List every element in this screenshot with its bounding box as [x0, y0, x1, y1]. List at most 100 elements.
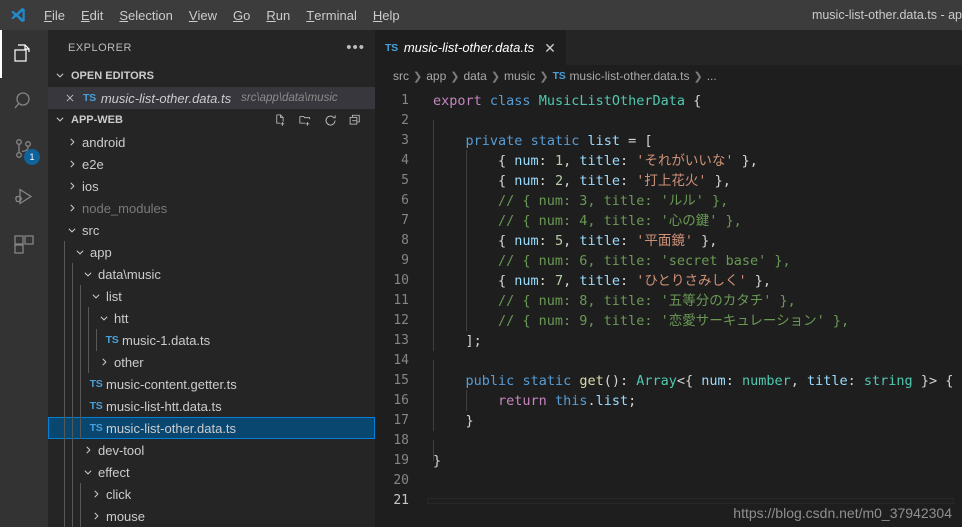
tree-folder-click[interactable]: click [48, 483, 375, 505]
menu-run[interactable]: Run [258, 0, 298, 30]
tree-folder-list[interactable]: list [48, 285, 375, 307]
tree-folder-src[interactable]: src [48, 219, 375, 241]
code-token: MusicListOtherData [538, 93, 686, 109]
code-token: , [790, 373, 807, 389]
menu-selection[interactable]: Selection [111, 0, 180, 30]
indent-guide [88, 351, 89, 373]
activity-run-debug[interactable] [0, 174, 48, 222]
menu-help[interactable]: Help [365, 0, 408, 30]
breadcrumb-file[interactable]: music-list-other.data.ts [569, 69, 689, 83]
chevron-right-icon [80, 445, 96, 455]
code-token: = [ [620, 133, 653, 149]
tree-file-music-1-data-ts[interactable]: TS music-1.data.ts [48, 329, 375, 351]
tree-folder-e2e[interactable]: e2e [48, 153, 375, 175]
indent-guide [88, 307, 89, 329]
indent-guide [72, 483, 73, 505]
menu-terminal-mnemonic: T [306, 7, 315, 23]
breadcrumb-symbol[interactable]: ... [707, 69, 717, 83]
menu-edit[interactable]: Edit [73, 0, 111, 30]
tab-music-list-other[interactable]: TS music-list-other.data.ts ✕ [375, 30, 567, 65]
chevron-right-icon [64, 137, 80, 147]
chevron-down-icon [80, 269, 96, 279]
open-editor-item[interactable]: TS music-list-other.data.ts src\app\data… [48, 87, 375, 109]
code-token: ; [628, 393, 637, 409]
tree-item-label: music-list-htt.data.ts [106, 398, 222, 414]
code-line-text: // { num: 8, title: '五等分のカタチ' }, [427, 290, 962, 311]
workspace-label: APP-WEB [71, 114, 123, 126]
menu-go[interactable]: Go [225, 0, 258, 30]
line-number: 17 [393, 413, 409, 428]
tree-folder-other[interactable]: other [48, 351, 375, 373]
menu-terminal[interactable]: Terminal [298, 0, 365, 30]
code-token: , [563, 153, 580, 169]
code-editor[interactable]: 1 export class MusicListOtherData {2 3 pri… [375, 87, 962, 527]
tree-file-music-content-getter-ts[interactable]: TS music-content.getter.ts [48, 373, 375, 395]
code-line: 19} [375, 451, 962, 471]
tree-folder-mouse[interactable]: mouse [48, 505, 375, 527]
tree-item-label: dev-tool [98, 442, 145, 458]
code-token: , [563, 273, 580, 289]
breadcrumb-music[interactable]: music [504, 69, 535, 83]
code-line: 17 } [375, 410, 962, 431]
line-number: 11 [393, 293, 409, 308]
collapse-all-icon[interactable] [345, 110, 365, 130]
chevron-down-icon [96, 313, 112, 323]
activity-explorer[interactable] [0, 30, 48, 78]
breadcrumb-app[interactable]: app [426, 69, 446, 83]
activity-search[interactable] [0, 78, 48, 126]
refresh-icon[interactable] [320, 110, 340, 130]
tree-item-label: other [114, 354, 144, 370]
code-line: 12 // { num: 9, title: '恋愛サーキュレーション' }, [375, 310, 962, 331]
tab-label: music-list-other.data.ts [403, 40, 535, 55]
indent-guide [80, 373, 81, 395]
code-line: 8 { num: 5, title: '平面鏡' }, [375, 230, 962, 251]
tree-folder-ios[interactable]: ios [48, 175, 375, 197]
chevron-right-icon: ❯ [413, 70, 423, 83]
menu-bar[interactable]: File Edit Selection View Go Run Terminal… [36, 0, 408, 30]
code-line-text: // { num: 6, title: 'secret base' }, [427, 250, 962, 271]
tree-folder-effect[interactable]: effect [48, 461, 375, 483]
tree-folder-app[interactable]: app [48, 241, 375, 263]
tree-folder-data-music[interactable]: data\music [48, 263, 375, 285]
indent-guide [72, 461, 73, 483]
chevron-right-icon [64, 181, 80, 191]
breadcrumb-src[interactable]: src [393, 69, 409, 83]
new-folder-icon[interactable] [295, 110, 315, 130]
indent-guide [433, 170, 434, 191]
code-token: num [514, 173, 539, 189]
code-token: // { num: 8, title: '五等分のカタチ' }, [433, 293, 796, 309]
code-token: : [847, 373, 864, 389]
code-token: }, [746, 273, 771, 289]
tree-folder-android[interactable]: android [48, 131, 375, 153]
menu-file[interactable]: File [36, 0, 73, 30]
code-token: '打上花火' [636, 173, 707, 189]
tree-item-label: music-list-other.data.ts [106, 420, 237, 436]
indent-guide [64, 395, 65, 417]
tree-folder-dev-tool[interactable]: dev-tool [48, 439, 375, 461]
tree-file-music-list-htt-data-ts[interactable]: TS music-list-htt.data.ts [48, 395, 375, 417]
menu-view[interactable]: View [181, 0, 225, 30]
tree-file-music-list-other-data-ts[interactable]: TS music-list-other.data.ts [48, 417, 375, 439]
extensions-icon [12, 233, 36, 260]
activity-extensions[interactable] [0, 222, 48, 270]
breadcrumb-data[interactable]: data [463, 69, 486, 83]
close-icon[interactable] [62, 93, 78, 103]
more-actions-icon[interactable]: ••• [346, 40, 365, 55]
indent-guide [433, 370, 434, 391]
activity-source-control[interactable]: 1 [0, 126, 48, 174]
code-token: return [498, 393, 547, 409]
indent-guide [80, 395, 81, 417]
indent-guide [72, 329, 73, 351]
tab-close-icon[interactable]: ✕ [544, 41, 556, 55]
new-file-icon[interactable] [270, 110, 290, 130]
menu-run-rest: un [275, 7, 291, 23]
indent-guide [433, 270, 434, 291]
breadcrumb: src ❯ app ❯ data ❯ music ❯ TS music-list… [375, 65, 962, 87]
indent-guide [80, 351, 81, 373]
line-number: 13 [393, 333, 409, 348]
tree-folder-node_modules[interactable]: node_modules [48, 197, 375, 219]
open-editors-header[interactable]: OPEN EDITORS [48, 65, 375, 87]
tree-folder-htt[interactable]: htt [48, 307, 375, 329]
workspace-header[interactable]: APP-WEB [48, 109, 375, 131]
sidebar-header: EXPLORER ••• [48, 30, 375, 65]
